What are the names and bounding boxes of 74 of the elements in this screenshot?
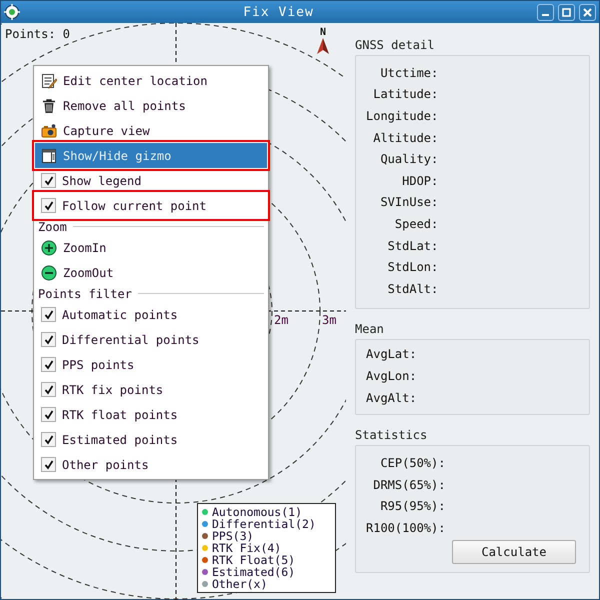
legend-label: RTK Float(5): [212, 554, 296, 566]
maximize-button[interactable]: [558, 4, 575, 20]
field-label: DRMS(65%):: [373, 478, 446, 492]
menu-item[interactable]: RTK float points: [35, 402, 267, 427]
checkbox[interactable]: [41, 407, 56, 422]
legend-label: Autonomous(1): [212, 506, 302, 518]
group-title: Mean: [355, 322, 384, 336]
field-label: HDOP:: [402, 174, 438, 188]
field-label: Quality:: [380, 152, 438, 166]
field-label: R100(100%):: [366, 520, 446, 535]
field-label: Latitude:: [373, 87, 438, 102]
menu-item[interactable]: RTK fix points: [35, 377, 267, 402]
north-label: N: [320, 27, 326, 38]
menu-item[interactable]: Remove all points: [35, 93, 267, 118]
legend-label: Other(x): [212, 578, 268, 590]
field-label: AvgLon:: [366, 368, 417, 383]
field-label: StdLon:: [388, 260, 438, 274]
legend-label: PPS(3): [212, 530, 254, 542]
field-label: Utctime:: [380, 66, 438, 80]
field-label: Speed:: [394, 216, 438, 231]
checkbox[interactable]: [41, 432, 56, 447]
trash-icon: [41, 98, 57, 114]
checkbox[interactable]: [41, 457, 56, 472]
field-label: StdAlt:: [388, 282, 438, 296]
menu-section-title: Points filter: [38, 286, 132, 300]
distance-label: 2m: [274, 313, 288, 327]
minimize-button[interactable]: [537, 4, 554, 20]
field-label: AvgLat:: [366, 347, 417, 362]
field-label: StdLat:: [388, 238, 438, 253]
menu-item[interactable]: Capture view: [35, 118, 267, 143]
checkbox[interactable]: [41, 198, 56, 213]
close-button[interactable]: [579, 4, 596, 20]
field-label: CEP(50%):: [380, 456, 446, 470]
checkbox[interactable]: [41, 173, 56, 188]
menu-section-title: Zoom: [38, 220, 67, 234]
points-count: Points: 0: [5, 27, 70, 41]
menu-item[interactable]: ZoomOut: [35, 260, 267, 285]
legend-label: Estimated(6): [212, 566, 296, 578]
checkbox[interactable]: [41, 382, 56, 397]
menu-item[interactable]: PPS points: [35, 352, 267, 377]
zoom-in-icon: [41, 240, 57, 256]
menu-item[interactable]: Other points: [35, 452, 267, 477]
menu-item[interactable]: Follow current point: [35, 193, 267, 218]
north-arrow-icon: [317, 38, 329, 54]
distance-label: 3m: [322, 313, 336, 327]
edit-icon: [41, 72, 57, 88]
checkbox[interactable]: [41, 357, 56, 372]
group-title: GNSS detail: [355, 38, 434, 52]
legend-label: RTK Fix(4): [212, 542, 282, 554]
field-label: R95(95%):: [380, 499, 446, 514]
window-title: Fix View: [242, 4, 315, 20]
menu-item[interactable]: ZoomIn: [35, 235, 267, 260]
checkbox[interactable]: [41, 307, 56, 322]
checkbox[interactable]: [41, 332, 56, 347]
menu-item[interactable]: Estimated points: [35, 427, 267, 452]
window-icon: [41, 148, 57, 164]
minimize-icon: [542, 14, 549, 16]
field-label: SVInUse:: [380, 195, 438, 210]
field-label: AvgAlt:: [366, 390, 417, 405]
menu-item[interactable]: Automatic points: [35, 302, 267, 327]
menu-item[interactable]: Differential points: [35, 327, 267, 352]
menu-item[interactable]: Show legend: [35, 168, 267, 193]
app-icon: [4, 4, 20, 20]
camera-icon: [41, 122, 57, 138]
field-label: Altitude:: [373, 130, 438, 145]
legend-label: Differential(2): [212, 518, 316, 530]
zoom-out-icon: [41, 264, 57, 280]
group-title: Statistics: [355, 428, 428, 442]
calculate-button[interactable]: Calculate: [452, 540, 576, 564]
close-icon: [583, 8, 592, 16]
field-label: Longitude:: [366, 108, 438, 123]
menu-item[interactable]: Edit center location: [35, 68, 267, 93]
maximize-icon: [562, 8, 571, 16]
menu-item[interactable]: Show/Hide gizmo: [35, 143, 267, 168]
